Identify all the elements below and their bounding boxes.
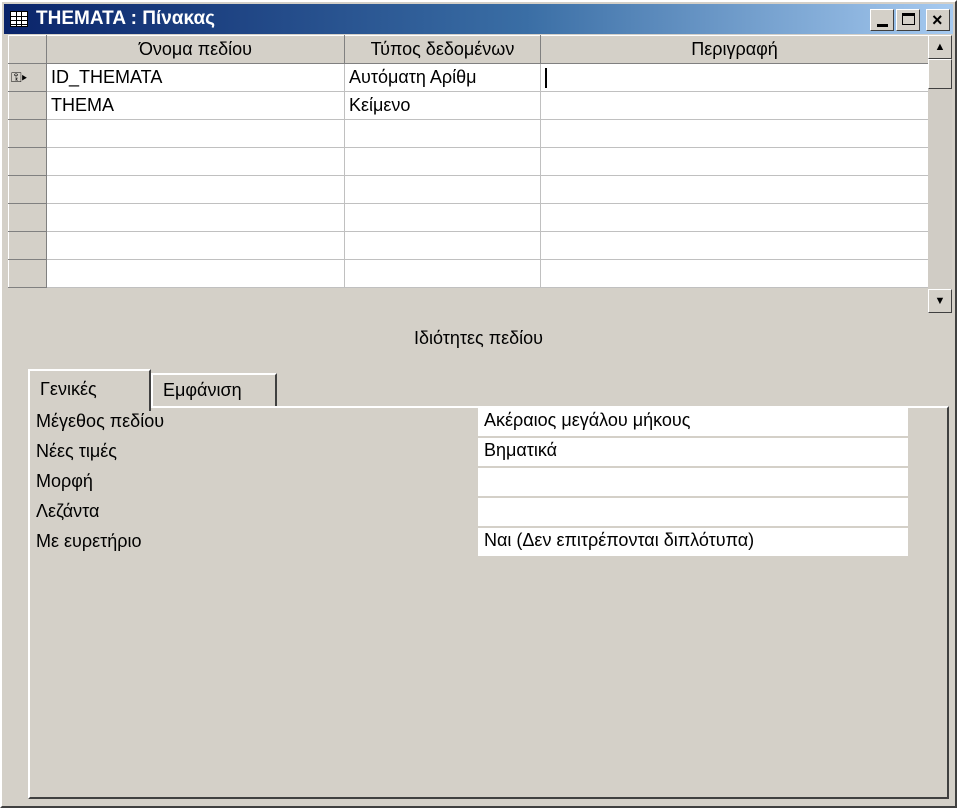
key-icon: ⚿▸ [11, 69, 28, 85]
property-value-field[interactable]: Ακέραιος μεγάλου μήκους [478, 408, 908, 437]
text-caret [545, 68, 547, 89]
property-label: Μορφή [36, 471, 93, 491]
scroll-down-button[interactable]: ▼ [928, 289, 952, 313]
row-selector[interactable]: ⚿▸ [8, 63, 47, 92]
table-row[interactable] [8, 259, 929, 288]
field-name-cell[interactable]: ID_THEMATA [46, 63, 345, 92]
property-row: Μορφή [36, 468, 908, 497]
field-name-cell[interactable] [46, 175, 345, 204]
tab-general[interactable]: Γενικές [28, 369, 151, 411]
data-type-cell[interactable] [344, 147, 541, 176]
description-cell[interactable] [540, 119, 929, 148]
window-title: THEMATA : Πίνακας [36, 8, 216, 29]
row-selector[interactable] [8, 231, 47, 260]
row-selector-header [8, 35, 47, 64]
title-bar[interactable]: THEMATA : Πίνακας × [4, 4, 953, 34]
properties-panel: Μέγεθος πεδίου Ακέραιος μεγάλου μήκους Νέε… [28, 406, 949, 799]
description-cell[interactable] [540, 175, 929, 204]
description-cell[interactable] [540, 231, 929, 260]
data-type-cell[interactable] [344, 203, 541, 232]
property-row: Λεζάντα [36, 498, 908, 527]
property-label: Με ευρετήριο [36, 531, 142, 551]
row-selector[interactable] [8, 147, 47, 176]
row-selector[interactable] [8, 259, 47, 288]
data-type-cell[interactable]: Κείμενο [344, 91, 541, 120]
maximize-icon [902, 13, 915, 25]
table-row[interactable] [8, 119, 929, 148]
field-name-cell[interactable] [46, 231, 345, 260]
data-type-cell[interactable] [344, 259, 541, 288]
description-cell[interactable] [540, 147, 929, 176]
data-type-cell[interactable] [344, 231, 541, 260]
column-header-description[interactable]: Περιγραφή [540, 35, 929, 64]
table-design-window: THEMATA : Πίνακας × Όνομα πεδίου Τύπος δ… [0, 0, 957, 808]
arrow-up-icon: ▲ [934, 41, 946, 53]
description-cell[interactable] [540, 259, 929, 288]
table-row[interactable] [8, 231, 929, 260]
minimize-button[interactable] [870, 9, 894, 31]
property-value-field[interactable] [478, 468, 908, 497]
table-row[interactable] [8, 203, 929, 232]
header-row: Όνομα πεδίου Τύπος δεδομένων Περιγραφή [8, 35, 929, 64]
description-cell[interactable] [540, 63, 929, 92]
table-icon [10, 11, 28, 27]
arrow-down-icon: ▼ [934, 295, 946, 307]
scroll-thumb[interactable] [928, 59, 952, 89]
table-row[interactable] [8, 147, 929, 176]
description-cell[interactable] [540, 91, 929, 120]
minimize-icon [877, 24, 888, 27]
field-name-cell[interactable] [46, 203, 345, 232]
field-design-grid: Όνομα πεδίου Τύπος δεδομένων Περιγραφή ⚿… [8, 35, 953, 314]
property-label: Νέες τιμές [36, 441, 117, 461]
table-row[interactable]: ⚿▸ ID_THEMATA Αυτόματη Αρίθμ [8, 63, 929, 92]
property-label: Μέγεθος πεδίου [36, 411, 165, 431]
property-row: Νέες τιμές Βηματικά [36, 438, 908, 467]
vertical-scrollbar[interactable]: ▲ ▼ [928, 35, 952, 313]
row-selector[interactable] [8, 175, 47, 204]
field-name-cell[interactable] [46, 147, 345, 176]
property-label: Λεζάντα [36, 501, 100, 521]
row-selector[interactable] [8, 91, 47, 120]
property-value-field[interactable]: Ναι (Δεν επιτρέπονται διπλότυπα) [478, 528, 908, 557]
scroll-up-button[interactable]: ▲ [928, 35, 952, 59]
data-type-cell[interactable] [344, 119, 541, 148]
field-table: Όνομα πεδίου Τύπος δεδομένων Περιγραφή ⚿… [8, 35, 929, 288]
field-name-cell[interactable] [46, 119, 345, 148]
row-selector[interactable] [8, 203, 47, 232]
property-row: Μέγεθος πεδίου Ακέραιος μεγάλου μήκους [36, 408, 908, 437]
maximize-button[interactable] [896, 9, 920, 31]
table-row[interactable] [8, 175, 929, 204]
column-header-data-type[interactable]: Τύπος δεδομένων [344, 35, 541, 64]
column-header-field-name[interactable]: Όνομα πεδίου [46, 35, 345, 64]
row-selector[interactable] [8, 119, 47, 148]
close-icon: × [932, 10, 943, 30]
property-row: Με ευρετήριο Ναι (Δεν επιτρέπονται διπλότ… [36, 528, 908, 557]
field-name-cell[interactable]: THEMA [46, 91, 345, 120]
description-cell[interactable] [540, 203, 929, 232]
tab-lookup[interactable]: Εμφάνιση [151, 373, 277, 409]
property-value-field[interactable] [478, 498, 908, 527]
field-name-cell[interactable] [46, 259, 345, 288]
table-row[interactable]: THEMA Κείμενο [8, 91, 929, 120]
data-type-cell[interactable]: Αυτόματη Αρίθμ [344, 63, 541, 92]
data-type-cell[interactable] [344, 175, 541, 204]
field-properties-header: Ιδιότητες πεδίου [413, 328, 544, 348]
close-button[interactable]: × [926, 9, 950, 31]
property-value-field[interactable]: Βηματικά [478, 438, 908, 467]
